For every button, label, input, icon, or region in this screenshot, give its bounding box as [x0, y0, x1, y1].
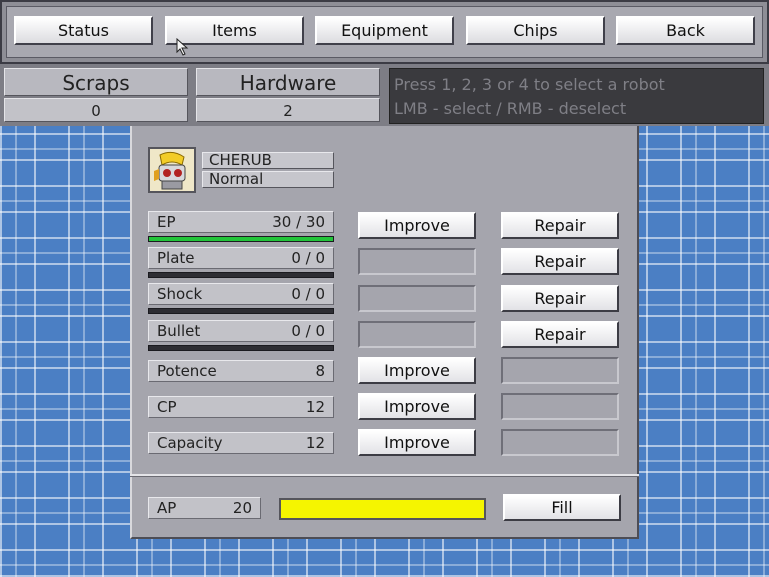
capacity-improve-button[interactable]: Improve: [358, 429, 476, 456]
robot-state: Normal: [202, 171, 334, 188]
ep-stat: EP 30 / 30: [148, 211, 334, 233]
potence-improve-button[interactable]: Improve: [358, 357, 476, 384]
capacity-repair-slot-disabled: [501, 429, 619, 456]
robot-portrait[interactable]: [148, 147, 196, 193]
ap-label: AP: [157, 499, 177, 517]
cp-stat: CP 12: [148, 396, 334, 418]
potence-repair-slot-disabled: [501, 357, 619, 384]
bullet-bar: [148, 345, 334, 351]
bullet-value: 0 / 0: [291, 322, 325, 340]
ap-value: 20: [232, 499, 252, 517]
plate-improve-slot-disabled: [358, 248, 476, 275]
potence-stat: Potence 8: [148, 360, 334, 382]
bullet-improve-slot-disabled: [358, 321, 476, 348]
plate-label: Plate: [157, 249, 195, 267]
potence-label: Potence: [157, 362, 217, 380]
ep-bar-fill: [149, 237, 333, 241]
ap-stat: AP 20: [148, 497, 261, 519]
plate-bar: [148, 272, 334, 278]
ep-value: 30 / 30: [272, 213, 325, 231]
fill-button[interactable]: Fill: [503, 494, 621, 521]
shock-stat: Shock 0 / 0: [148, 283, 334, 305]
ep-label: EP: [157, 213, 176, 231]
hardware-label: Hardware: [196, 68, 380, 96]
bullet-stat: Bullet 0 / 0: [148, 320, 334, 342]
hint-line-mouse: LMB - select / RMB - deselect: [394, 99, 627, 118]
hint-line-select-robot: Press 1, 2, 3 or 4 to select a robot: [394, 75, 665, 94]
shock-repair-button[interactable]: Repair: [501, 285, 619, 312]
capacity-value: 12: [305, 434, 325, 452]
shock-improve-slot-disabled: [358, 285, 476, 312]
ep-improve-button[interactable]: Improve: [358, 212, 476, 239]
chips-tab-button[interactable]: Chips: [466, 16, 605, 45]
scraps-label: Scraps: [4, 68, 188, 96]
robot-name: CHERUB: [202, 152, 334, 169]
equipment-tab-button[interactable]: Equipment: [315, 16, 454, 45]
capacity-stat: Capacity 12: [148, 432, 334, 454]
cp-repair-slot-disabled: [501, 393, 619, 420]
potence-value: 8: [315, 362, 325, 380]
scraps-value: 0: [4, 98, 188, 122]
hardware-value: 2: [196, 98, 380, 122]
status-tab-button[interactable]: Status: [14, 16, 153, 45]
back-button[interactable]: Back: [616, 16, 755, 45]
plate-repair-button[interactable]: Repair: [501, 248, 619, 275]
cp-label: CP: [157, 398, 177, 416]
ap-bar: [279, 498, 486, 520]
capacity-label: Capacity: [157, 434, 223, 452]
bullet-repair-button[interactable]: Repair: [501, 321, 619, 348]
plate-value: 0 / 0: [291, 249, 325, 267]
panel-divider: [130, 474, 639, 477]
plate-stat: Plate 0 / 0: [148, 247, 334, 269]
cp-value: 12: [305, 398, 325, 416]
robot-portrait-icon: [150, 149, 194, 191]
mouse-cursor-icon: [176, 38, 189, 56]
ep-bar: [148, 236, 334, 242]
shock-value: 0 / 0: [291, 285, 325, 303]
ap-bar-fill: [281, 500, 484, 518]
ep-repair-button[interactable]: Repair: [501, 212, 619, 239]
bullet-label: Bullet: [157, 322, 201, 340]
hint-box: Press 1, 2, 3 or 4 to select a robot LMB…: [389, 68, 764, 124]
shock-label: Shock: [157, 285, 203, 303]
cp-improve-button[interactable]: Improve: [358, 393, 476, 420]
shock-bar: [148, 308, 334, 314]
